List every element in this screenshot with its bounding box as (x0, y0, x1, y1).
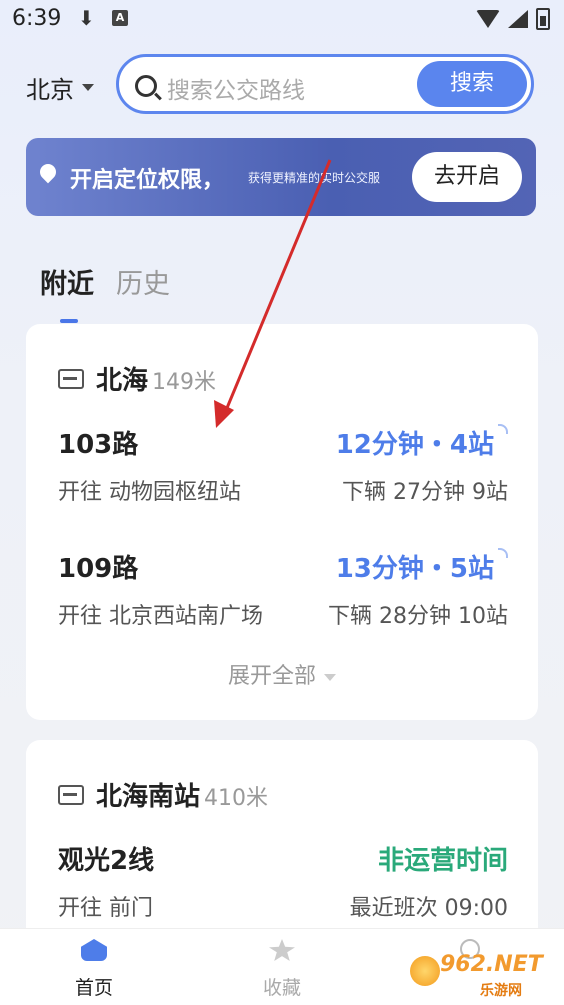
expand-all-button[interactable]: 展开全部 (26, 658, 538, 690)
location-pin-icon (36, 160, 60, 184)
route-eta: 非运营时间 (377, 846, 508, 876)
battery-icon (536, 8, 550, 30)
city-selector[interactable]: 北京 (26, 70, 94, 105)
station-header: 北海 149米 (58, 360, 216, 397)
status-time: 6:39 (12, 6, 62, 31)
station-card[interactable]: 北海南站 410米 观光2线 非运营时间 开往 前门 最近班次 09:00 (26, 740, 538, 960)
app-notification-icon: A (112, 10, 128, 26)
home-icon (81, 939, 107, 961)
signal-icon (508, 10, 528, 28)
station-distance: 410米 (204, 786, 269, 811)
chevron-down-icon (82, 84, 94, 91)
status-bar: 6:39 ⬇ A (0, 0, 564, 40)
watermark-text: 962.NET (440, 952, 543, 977)
route-name: 103路 (58, 430, 139, 460)
bus-stop-icon (58, 368, 84, 389)
route-direction: 开往 前门 (58, 896, 153, 921)
banner-subtitle: 获得更精准的实时公交服 (248, 171, 381, 185)
watermark-subtext: 乐游网 (480, 983, 522, 999)
nav-home-label: 首页 (74, 977, 113, 999)
search-bar[interactable]: 搜索公交路线 搜索 (116, 54, 534, 114)
route-eta: 13分钟・5站 (336, 548, 508, 585)
route-name: 109路 (58, 554, 139, 584)
route-next-bus: 下辆 28分钟 10站 (328, 604, 508, 629)
download-icon: ⬇ (78, 6, 95, 30)
status-icons (476, 8, 550, 30)
chevron-down-icon (324, 673, 336, 681)
route-next-bus: 最近班次 09:00 (349, 896, 508, 921)
wifi-icon (476, 10, 500, 28)
route-direction: 开往 北京西站南广场 (58, 604, 263, 629)
watermark: 962.NET 乐游网 (380, 952, 560, 1002)
watermark-logo-icon (410, 956, 440, 986)
expand-all-label: 展开全部 (227, 664, 316, 689)
route-next-bus: 下辆 27分钟 9站 (342, 480, 508, 505)
tab-bar: 附近 历史 (40, 262, 170, 323)
bus-stop-icon (58, 784, 84, 805)
nav-favorites[interactable]: 收藏 (222, 939, 342, 1000)
route-eta: 12分钟・4站 (336, 424, 508, 461)
realtime-signal-icon (498, 548, 508, 558)
search-button[interactable]: 搜索 (417, 61, 527, 107)
station-distance: 149米 (152, 370, 217, 395)
nav-favorites-label: 收藏 (262, 977, 301, 999)
nav-home[interactable]: 首页 (34, 939, 154, 1000)
tab-nearby[interactable]: 附近 (40, 262, 94, 323)
city-label: 北京 (26, 76, 74, 104)
search-icon (135, 75, 157, 97)
banner-title: 开启定位权限， (70, 168, 225, 193)
star-icon (269, 939, 295, 961)
realtime-signal-icon (498, 424, 508, 434)
station-name: 北海 (96, 366, 149, 396)
station-header: 北海南站 410米 (58, 776, 268, 813)
tab-history[interactable]: 历史 (116, 262, 170, 301)
station-name: 北海南站 (96, 782, 201, 812)
station-card[interactable]: 北海 149米 103路 12分钟・4站 开往 动物园枢纽站 下辆 27分钟 9… (26, 324, 538, 720)
route-direction: 开往 动物园枢纽站 (58, 480, 241, 505)
route-name: 观光2线 (58, 846, 155, 876)
location-permission-banner: 开启定位权限， 获得更精准的实时公交服 去开启 (26, 138, 536, 216)
search-input[interactable]: 搜索公交路线 (167, 71, 305, 105)
enable-location-button[interactable]: 去开启 (412, 152, 522, 202)
